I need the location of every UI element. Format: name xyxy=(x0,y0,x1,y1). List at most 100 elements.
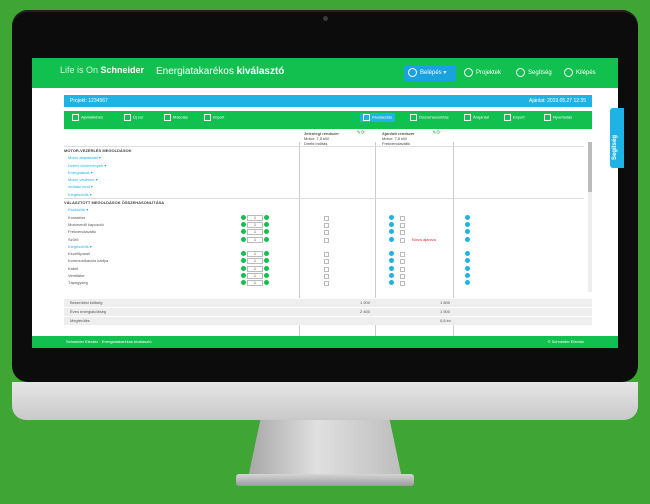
action-quote[interactable]: Árajánlat xyxy=(464,114,489,121)
info-icon[interactable] xyxy=(389,221,394,227)
action-request[interactable]: Ajánlatkérés xyxy=(72,114,103,121)
action-import[interactable]: Import xyxy=(204,114,224,121)
checkbox[interactable] xyxy=(400,259,405,265)
group-link[interactable]: Indítási mód ▾ xyxy=(64,183,584,190)
action-copy[interactable]: Másolás xyxy=(164,114,188,121)
table-row[interactable]: Kezelőpanel 1 xyxy=(64,250,584,258)
plus-icon[interactable] xyxy=(264,236,269,242)
edit-icon[interactable]: ✎⟳ xyxy=(357,131,365,136)
checkbox[interactable] xyxy=(324,281,329,287)
plus-icon[interactable] xyxy=(264,214,269,220)
info-icon[interactable] xyxy=(389,251,394,257)
logout-button[interactable]: Kilépés xyxy=(560,65,600,81)
checkbox[interactable] xyxy=(324,266,329,272)
quantity-field[interactable]: 1 xyxy=(247,258,263,265)
checkbox[interactable] xyxy=(400,274,405,280)
info-icon[interactable] xyxy=(389,229,394,235)
table-row[interactable]: Ventilátor 1 xyxy=(64,272,584,280)
info-icon[interactable] xyxy=(465,280,470,286)
info-icon[interactable] xyxy=(465,258,470,264)
group-link[interactable]: Motor alapadatai ▾ xyxy=(64,154,584,161)
checkbox[interactable] xyxy=(400,266,405,272)
checkbox[interactable] xyxy=(400,281,405,287)
group-link[interactable]: Energiaárak ▾ xyxy=(64,169,584,176)
info-icon[interactable] xyxy=(389,280,394,286)
minus-icon[interactable] xyxy=(241,229,246,235)
group-link[interactable]: Kiegészítők ▾ xyxy=(64,191,584,198)
action-new-row[interactable]: Új sor xyxy=(124,114,143,121)
plus-icon[interactable] xyxy=(264,229,269,235)
table-row[interactable]: Kommunikációs kártya 1 xyxy=(64,257,584,265)
quantity-field[interactable]: 1 xyxy=(247,236,263,243)
checkbox[interactable] xyxy=(400,237,405,243)
checkbox[interactable] xyxy=(400,215,405,221)
info-icon[interactable] xyxy=(465,251,470,257)
minus-icon[interactable] xyxy=(241,280,246,286)
plus-icon[interactable] xyxy=(264,280,269,286)
checkbox[interactable] xyxy=(400,222,405,228)
minus-icon[interactable] xyxy=(241,258,246,264)
plus-icon[interactable] xyxy=(264,265,269,271)
scrollbar-thumb[interactable] xyxy=(588,142,592,192)
quantity-field[interactable]: 1 xyxy=(247,273,263,280)
info-icon[interactable] xyxy=(465,214,470,220)
quantity-stepper[interactable]: 1 xyxy=(241,280,269,287)
minus-icon[interactable] xyxy=(241,221,246,227)
action-select[interactable]: Kiválasztás xyxy=(360,113,396,122)
group-link[interactable]: Kiegészítők ▾ xyxy=(64,243,584,250)
checkbox[interactable] xyxy=(324,222,329,228)
checkbox[interactable] xyxy=(324,274,329,280)
plus-icon[interactable] xyxy=(264,273,269,279)
quantity-field[interactable]: 1 xyxy=(247,280,263,287)
action-export[interactable]: Export xyxy=(504,114,525,121)
plus-icon[interactable] xyxy=(264,221,269,227)
table-row[interactable]: Frekvenciaváltó 1 xyxy=(64,228,584,236)
edit-icon[interactable]: ✎⟳ xyxy=(432,131,440,136)
table-row[interactable]: Kábel 1 xyxy=(64,265,584,272)
minus-icon[interactable] xyxy=(241,273,246,279)
scrollbar[interactable] xyxy=(588,142,592,292)
checkbox[interactable] xyxy=(324,230,329,236)
group-link[interactable]: Motor védelme ▾ xyxy=(64,176,584,183)
quantity-field[interactable]: 1 xyxy=(247,265,263,272)
checkbox[interactable] xyxy=(324,259,329,265)
info-icon[interactable] xyxy=(465,221,470,227)
checkbox[interactable] xyxy=(400,230,405,236)
action-bar: Ajánlatkérés Új sor Másolás Import Kivál… xyxy=(64,111,592,129)
info-icon[interactable] xyxy=(465,265,470,271)
table-row[interactable]: Kontaktor 1 xyxy=(64,214,584,221)
info-icon[interactable] xyxy=(465,229,470,235)
info-icon[interactable] xyxy=(389,265,394,271)
checkbox[interactable] xyxy=(324,237,329,243)
info-icon[interactable] xyxy=(389,273,394,279)
table-row[interactable]: Szűrő 1 Nincs ajánlva xyxy=(64,236,584,243)
table-row[interactable]: Tápegység 1 xyxy=(64,279,584,287)
minus-icon[interactable] xyxy=(241,251,246,257)
side-help-tab[interactable]: Segítség xyxy=(610,108,624,168)
info-icon[interactable] xyxy=(389,236,394,242)
checkbox[interactable] xyxy=(324,215,329,221)
user-menu-button[interactable]: Belépés ▾ xyxy=(404,65,456,81)
plus-icon[interactable] xyxy=(264,251,269,257)
group-link[interactable]: Eszközök ▾ xyxy=(64,206,584,213)
action-compare[interactable]: Összehasonlítás xyxy=(410,114,449,121)
checkbox[interactable] xyxy=(400,252,405,258)
help-button[interactable]: Segítség xyxy=(512,65,556,81)
quantity-field[interactable]: 1 xyxy=(247,229,263,236)
action-print[interactable]: Nyomtatás xyxy=(544,114,572,121)
info-icon[interactable] xyxy=(389,214,394,220)
quantity-field[interactable]: 1 xyxy=(247,221,263,228)
quantity-field[interactable]: 1 xyxy=(247,214,263,221)
table-row[interactable]: Motorvédő kapcsoló 1 xyxy=(64,221,584,228)
minus-icon[interactable] xyxy=(241,214,246,220)
info-icon[interactable] xyxy=(389,258,394,264)
quantity-field[interactable]: 1 xyxy=(247,251,263,258)
plus-icon[interactable] xyxy=(264,258,269,264)
info-icon[interactable] xyxy=(465,236,470,242)
info-icon[interactable] xyxy=(465,273,470,279)
group-link[interactable]: Üzemi körülmények ▾ xyxy=(64,162,584,169)
minus-icon[interactable] xyxy=(241,236,246,242)
minus-icon[interactable] xyxy=(241,265,246,271)
projects-button[interactable]: Projektek xyxy=(460,65,505,81)
checkbox[interactable] xyxy=(324,252,329,258)
